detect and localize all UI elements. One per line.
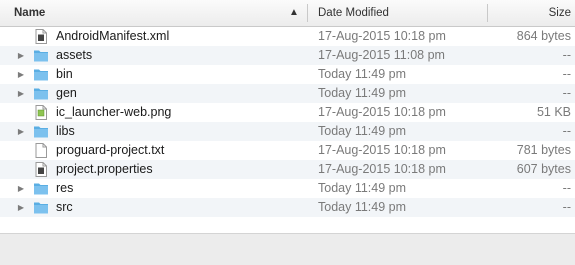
file-size: -- [562,48,571,62]
disclosure-triangle-icon[interactable]: ▶ [16,65,26,84]
file-date-modified: 17-Aug-2015 10:18 pm [318,105,446,119]
file-date-modified: 17-Aug-2015 10:18 pm [318,162,446,176]
file-row[interactable]: ▶ src Today 11:49 pm -- [0,198,575,217]
file-date-modified: 17-Aug-2015 10:18 pm [318,29,446,43]
file-size: -- [562,181,571,195]
file-date-modified: Today 11:49 pm [318,200,407,214]
file-name: ic_launcher-web.png [56,105,172,119]
file-row[interactable]: project.properties 17-Aug-2015 10:18 pm 60… [0,160,575,179]
column-divider[interactable] [307,4,308,22]
file-size: 781 bytes [516,143,571,157]
file-name: res [56,181,74,195]
disclosure-triangle-icon[interactable]: ▶ [16,84,26,103]
column-header-name[interactable]: Name [14,0,45,26]
file-name: assets [56,48,93,62]
folder-icon [33,86,49,101]
file-date-modified: Today 11:49 pm [318,86,407,100]
disclosure-triangle-icon[interactable]: ▶ [16,122,26,141]
file-size: -- [562,124,571,138]
file-date-modified: 17-Aug-2015 10:18 pm [318,143,446,157]
file-size: -- [562,200,571,214]
file-name: proguard-project.txt [56,143,165,157]
file-row[interactable]: ▶ libs Today 11:49 pm -- [0,122,575,141]
file-date-modified: 17-Aug-2015 11:08 pm [318,48,445,62]
file-row[interactable]: AndroidManifest.xml 17-Aug-2015 10:18 pm 8… [0,27,575,46]
file-size: 607 bytes [516,162,571,176]
file-name: libs [56,124,75,138]
file-row[interactable]: ▶ res Today 11:49 pm -- [0,179,575,198]
xml-file-icon [33,29,49,44]
file-row[interactable]: proguard-project.txt 17-Aug-2015 10:18 pm… [0,141,575,160]
column-header-date-modified[interactable]: Date Modified [318,0,389,26]
folder-icon [33,124,49,139]
file-row[interactable]: ▶ bin Today 11:49 pm -- [0,65,575,84]
column-header-size[interactable]: Size [451,0,571,26]
file-row[interactable]: ▶ assets 17-Aug-2015 11:08 pm -- [0,46,575,65]
finder-list-view: Name ▲ Date Modified Size AndroidManifes… [0,0,575,265]
folder-icon [33,181,49,196]
file-date-modified: Today 11:49 pm [318,181,407,195]
sort-ascending-icon[interactable]: ▲ [289,0,299,26]
properties-file-icon [33,162,49,177]
file-name: src [56,200,73,214]
file-size: -- [562,86,571,100]
file-name: bin [56,67,73,81]
file-size: 51 KB [536,105,571,119]
window-bottom-area [0,233,575,265]
column-header-bar: Name ▲ Date Modified Size [0,0,575,27]
text-file-icon [33,143,49,158]
file-size: 864 bytes [516,29,571,43]
folder-icon [33,48,49,63]
file-list: AndroidManifest.xml 17-Aug-2015 10:18 pm 8… [0,27,575,227]
file-date-modified: Today 11:49 pm [318,124,407,138]
file-name: project.properties [56,162,153,176]
file-name: AndroidManifest.xml [56,29,170,43]
file-row[interactable]: ic_launcher-web.png 17-Aug-2015 10:18 pm 5… [0,103,575,122]
file-row[interactable]: ▶ gen Today 11:49 pm -- [0,84,575,103]
file-size: -- [562,67,571,81]
disclosure-triangle-icon[interactable]: ▶ [16,198,26,217]
file-name: gen [56,86,77,100]
disclosure-triangle-icon[interactable]: ▶ [16,46,26,65]
file-date-modified: Today 11:49 pm [318,67,407,81]
folder-icon [33,200,49,215]
disclosure-triangle-icon[interactable]: ▶ [16,179,26,198]
image-file-icon [33,105,49,120]
folder-icon [33,67,49,82]
